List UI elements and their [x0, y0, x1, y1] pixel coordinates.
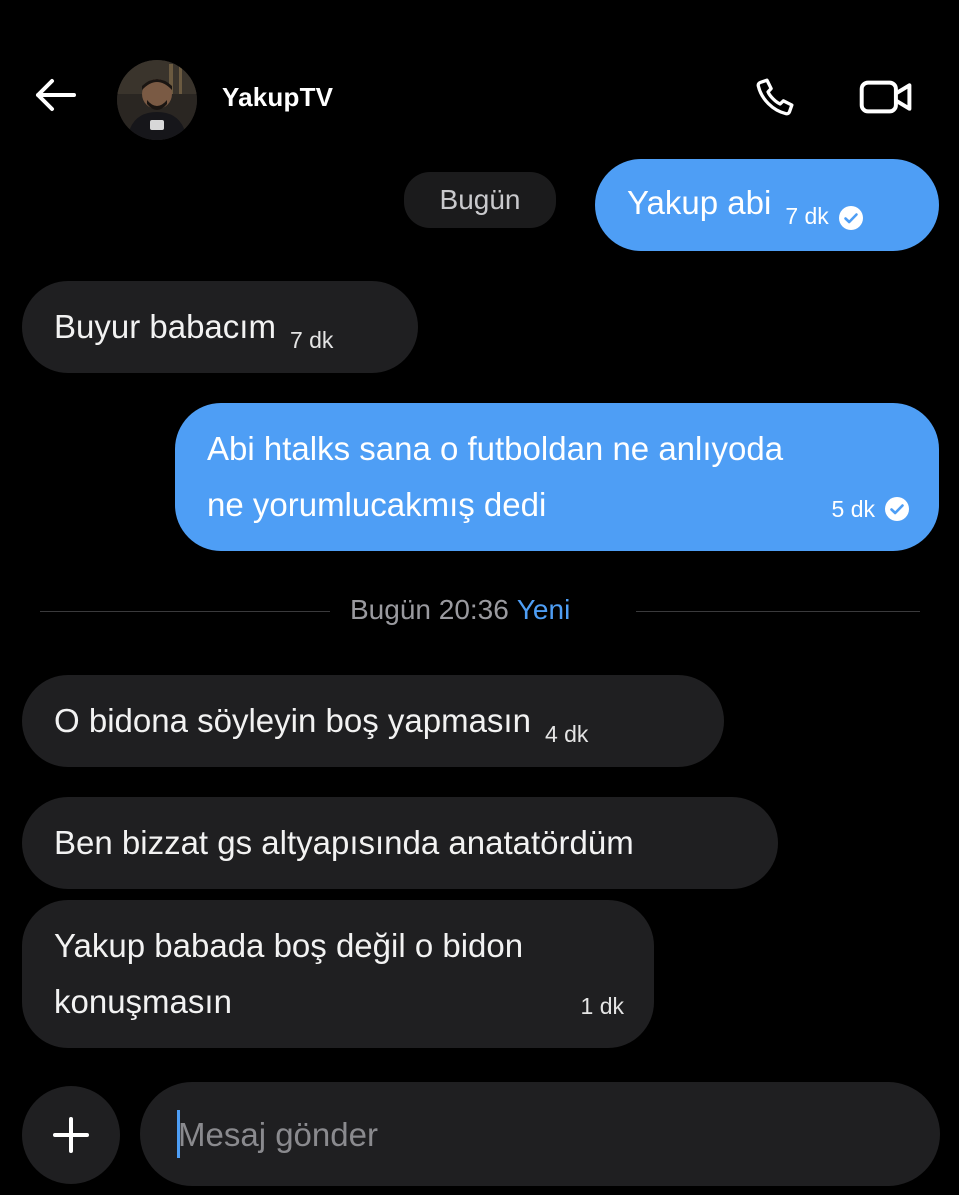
new-label: Yeni: [516, 594, 571, 625]
message-meta: 7 dk: [785, 188, 863, 244]
message-bubble-incoming[interactable]: Ben bizzat gs altyapısında anatatördüm: [22, 797, 778, 889]
contact-avatar[interactable]: [117, 60, 197, 140]
plus-icon: [53, 1117, 89, 1153]
text-caret: [177, 1110, 180, 1158]
divider-label: Bugün 20:36 Yeni: [350, 594, 570, 626]
arrow-left-icon: [36, 79, 76, 111]
check-circle-icon: [838, 205, 863, 230]
message-text-line: Abi htalks sana o futboldan ne anlıyoda: [207, 430, 784, 467]
message-bubble-outgoing[interactable]: Yakup abi 7 dk: [595, 159, 939, 251]
message-time: 4 dk: [544, 721, 589, 747]
avatar-image: [117, 60, 197, 140]
new-messages-divider: Bugün 20:36 Yeni: [40, 590, 920, 634]
message-text-line: Yakup babada boş değil o bidon: [54, 927, 524, 964]
conversation-header: YakupTV: [0, 0, 959, 150]
message-text: O bidona söyleyin boş yapmasın: [54, 702, 531, 739]
message-text-line: ne yorumlucakmış dedi: [207, 486, 547, 523]
message-bubble-incoming[interactable]: Yakup babada boş değil o bidon konuşması…: [22, 900, 654, 1048]
message-text-line: konuşmasın: [54, 983, 232, 1020]
message-text: Buyur babacım: [54, 308, 276, 345]
video-camera-icon: [859, 80, 912, 114]
message-bubble-outgoing[interactable]: Abi htalks sana o futboldan ne anlıyoda …: [175, 403, 939, 551]
message-time: 1 dk: [580, 993, 624, 1019]
message-input[interactable]: [176, 1106, 900, 1164]
message-bubble-incoming[interactable]: O bidona söyleyin boş yapmasın 4 dk: [22, 675, 724, 767]
video-call-button[interactable]: [855, 70, 917, 124]
back-button[interactable]: [30, 70, 80, 120]
divider-line-left: [40, 611, 330, 612]
message-time: 7 dk: [785, 203, 829, 229]
date-pill: Bugün: [404, 172, 556, 228]
message-composer: [140, 1082, 940, 1186]
add-attachment-button[interactable]: [22, 1086, 120, 1184]
divider-line-right: [636, 611, 920, 612]
message-text: Ben bizzat gs altyapısında anatatördüm: [54, 824, 634, 861]
message-time: 5 dk: [831, 496, 875, 522]
message-text: Yakup abi: [627, 184, 772, 221]
divider-timestamp: Bugün 20:36: [350, 594, 509, 625]
phone-icon: [756, 78, 794, 116]
voice-call-button[interactable]: [748, 70, 802, 124]
message-time: 7 dk: [289, 327, 334, 353]
message-meta: 5 dk: [832, 481, 909, 537]
date-pill-label: Bugün: [439, 184, 521, 215]
message-bubble-incoming[interactable]: Buyur babacım 7 dk: [22, 281, 418, 373]
check-circle-icon: [885, 497, 909, 521]
contact-name[interactable]: YakupTV: [222, 82, 333, 113]
